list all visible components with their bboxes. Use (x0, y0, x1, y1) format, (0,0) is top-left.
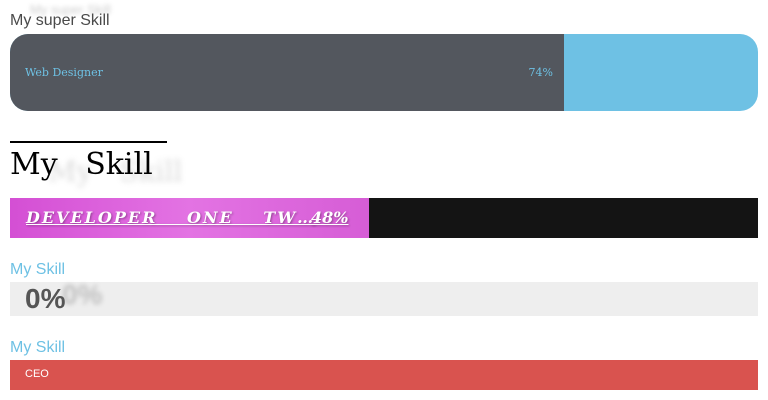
skill-4-label: My Skill (10, 339, 66, 356)
skill-3-progress-bar: 0% 0% (10, 279, 758, 316)
skill-3-percentage-shadow: 0% (62, 279, 103, 310)
skill-1-label: My super Skill (10, 12, 110, 29)
skill-2-inner-title: DEVELOPER ONE TW… (26, 208, 316, 227)
skill-2-progress-bar: DEVELOPER ONE TW… 48% (10, 198, 758, 238)
skill-2-label: My Skill (10, 147, 153, 182)
skill-4-progress-bar: CEO (10, 360, 758, 390)
skill-4-inner-title: CEO (25, 368, 49, 380)
skill-3-percentage: 0% (25, 283, 66, 314)
skill-2-heading: My Skill My Skill (10, 141, 182, 188)
skill-1-progress-bar: Web Designer 74% (10, 34, 758, 111)
skill-2-percentage: 48% (311, 208, 349, 227)
skill-1-inner-title: Web Designer (25, 66, 103, 79)
skill-3-label: My Skill (10, 261, 66, 278)
skill-1-percentage: 74% (528, 66, 553, 79)
